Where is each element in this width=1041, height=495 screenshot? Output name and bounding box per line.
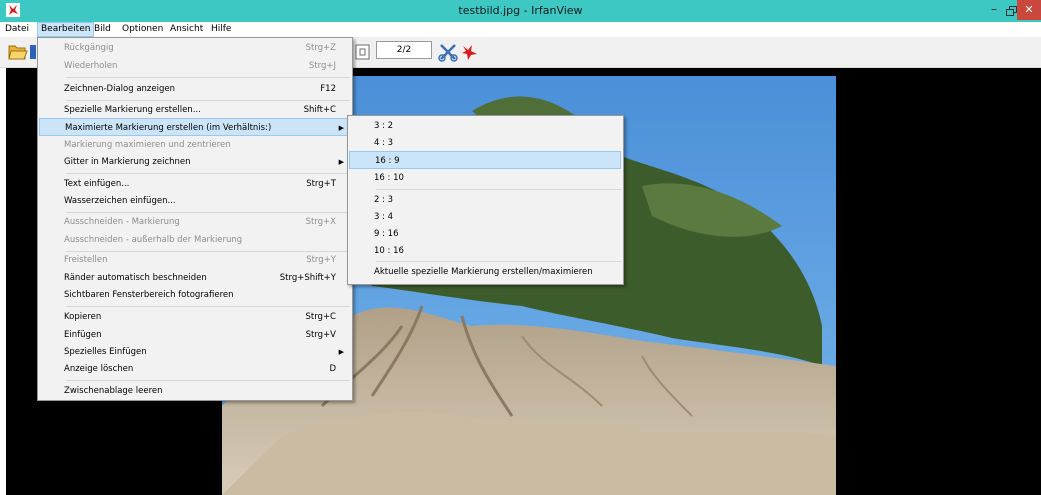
menu-item-watermark[interactable]: Wasserzeichen einfügen... bbox=[40, 192, 350, 210]
menu-bar: Datei Bearbeiten Bild Optionen Ansicht H… bbox=[0, 22, 1041, 37]
ratio-item-3-2[interactable]: 3 : 2 bbox=[350, 117, 621, 135]
separator bbox=[376, 261, 621, 262]
menu-item-undo[interactable]: Rückgängig Strg+Z bbox=[40, 39, 350, 57]
ratio-item-4-3[interactable]: 4 : 3 bbox=[350, 134, 621, 152]
open-folder-icon[interactable] bbox=[8, 43, 28, 61]
ratio-submenu: 3 : 2 4 : 3 16 : 9 16 : 10 2 : 3 3 : 4 9… bbox=[347, 115, 624, 285]
menu-item-paste[interactable]: Einfügen Strg+V bbox=[40, 326, 350, 344]
menu-item-clear-display[interactable]: Anzeige löschen D bbox=[40, 360, 350, 378]
menu-item-crop[interactable]: Freistellen Strg+Y bbox=[40, 251, 350, 269]
menu-item-max-selection[interactable]: Maximierte Markierung erstellen (im Verh… bbox=[39, 118, 351, 136]
page-number-field[interactable]: 2/2 bbox=[376, 41, 432, 59]
menu-item-capture-window[interactable]: Sichtbaren Fensterbereich fotografieren bbox=[40, 286, 350, 304]
separator bbox=[66, 306, 350, 307]
menu-item-special-selection[interactable]: Spezielle Markierung erstellen... Shift+C bbox=[40, 101, 350, 119]
ratio-item-16-10[interactable]: 16 : 10 bbox=[350, 169, 621, 187]
separator bbox=[376, 189, 621, 190]
separator bbox=[66, 77, 350, 78]
close-button[interactable]: ✕ bbox=[1017, 0, 1041, 20]
menu-item-draw-dialog[interactable]: Zeichnen-Dialog anzeigen F12 bbox=[40, 80, 350, 98]
next-page-icon[interactable] bbox=[355, 44, 371, 60]
ratio-item-3-4[interactable]: 3 : 4 bbox=[350, 208, 621, 226]
menu-item-clear-clipboard[interactable]: Zwischenablage leeren bbox=[40, 382, 350, 400]
title-bar: testbild.jpg - IrfanView – ✕ bbox=[0, 0, 1041, 22]
menu-ansicht[interactable]: Ansicht bbox=[170, 22, 203, 37]
ratio-item-16-9[interactable]: 16 : 9 bbox=[349, 151, 621, 169]
separator bbox=[66, 380, 350, 381]
submenu-arrow-icon: ▶ bbox=[338, 158, 344, 166]
menu-datei[interactable]: Datei bbox=[5, 22, 29, 37]
menu-item-cut-selection[interactable]: Ausschneiden - Markierung Strg+X bbox=[40, 213, 350, 231]
scissors-tools-icon[interactable] bbox=[438, 42, 458, 62]
menu-item-paste-special[interactable]: Spezielles Einfügen ▶ bbox=[40, 343, 350, 361]
menu-item-maximize-center[interactable]: Markierung maximieren und zentrieren bbox=[40, 136, 350, 154]
submenu-arrow-icon: ▶ bbox=[338, 124, 344, 132]
menu-item-cut-outside[interactable]: Ausschneiden - außerhalb der Markierung bbox=[40, 231, 350, 249]
ratio-item-9-16[interactable]: 9 : 16 bbox=[350, 225, 621, 243]
menu-item-copy[interactable]: Kopieren Strg+C bbox=[40, 308, 350, 326]
edit-menu: Rückgängig Strg+Z Wiederholen Strg+J Zeich… bbox=[37, 37, 353, 401]
minimize-button[interactable]: – bbox=[985, 2, 1003, 18]
red-cat-icon[interactable] bbox=[460, 42, 480, 62]
menu-bild[interactable]: Bild bbox=[94, 22, 111, 37]
info-icon[interactable] bbox=[29, 43, 37, 61]
menu-item-redo[interactable]: Wiederholen Strg+J bbox=[40, 57, 350, 75]
restore-button[interactable] bbox=[1003, 2, 1018, 18]
menu-optionen[interactable]: Optionen bbox=[122, 22, 163, 37]
submenu-arrow-icon: ▶ bbox=[338, 348, 344, 356]
menu-bearbeiten[interactable]: Bearbeiten bbox=[37, 22, 95, 37]
ratio-item-current-special[interactable]: Aktuelle spezielle Markierung erstellen/… bbox=[350, 263, 621, 281]
menu-hilfe[interactable]: Hilfe bbox=[211, 22, 231, 37]
ratio-item-2-3[interactable]: 2 : 3 bbox=[350, 191, 621, 209]
menu-item-insert-text[interactable]: Text einfügen... Strg+T bbox=[40, 175, 350, 193]
menu-item-grid[interactable]: Gitter in Markierung zeichnen ▶ bbox=[40, 153, 350, 171]
separator bbox=[66, 173, 350, 174]
window-title: testbild.jpg - IrfanView bbox=[458, 4, 583, 17]
menu-item-auto-crop[interactable]: Ränder automatisch beschneiden Strg+Shift… bbox=[40, 269, 350, 287]
ratio-item-10-16[interactable]: 10 : 16 bbox=[350, 242, 621, 260]
